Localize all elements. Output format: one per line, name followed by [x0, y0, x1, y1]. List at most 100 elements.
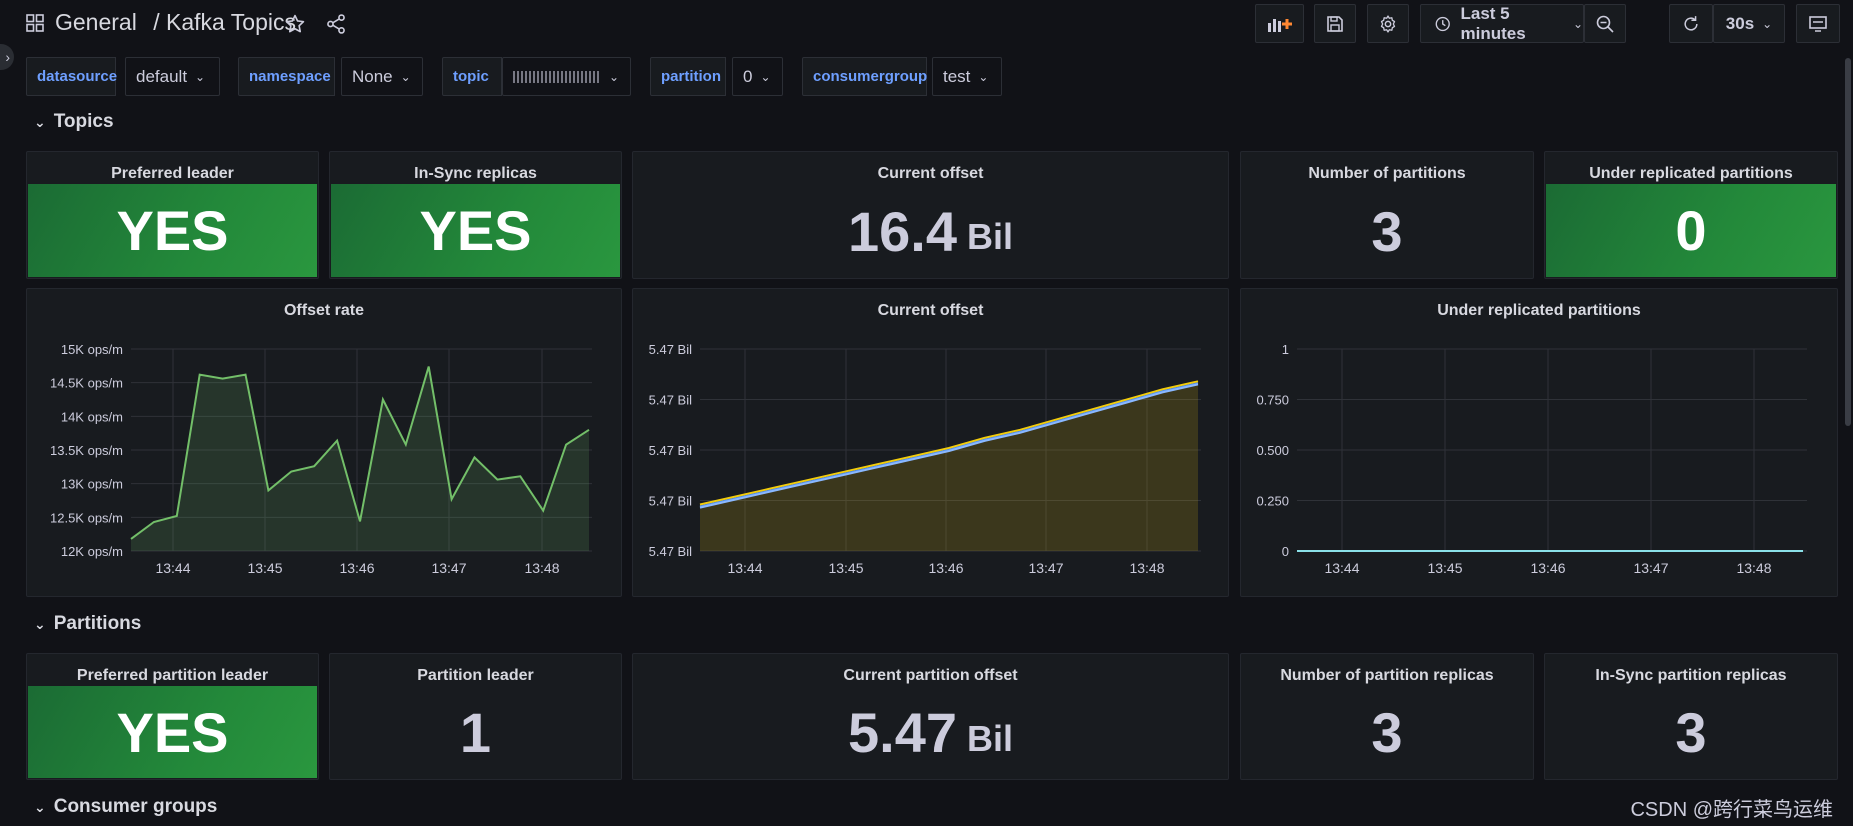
dashboards-grid-icon[interactable] [26, 14, 44, 32]
variable-value: None [352, 66, 393, 86]
panel-number-of-partition-replicas: Number of partition replicas 3 [1240, 653, 1534, 780]
y-tick-label: 13.5K ops/m [50, 443, 123, 458]
chevron-down-icon: ⌄ [34, 113, 46, 130]
x-tick-label: 13:48 [1736, 560, 1771, 576]
y-tick-label: 5.47 Bil [649, 544, 692, 559]
page-scrollbar[interactable] [1845, 58, 1851, 426]
refresh-interval-label: 30s [1725, 13, 1755, 33]
variable-select-consumergroup[interactable]: test ⌄ [932, 57, 1002, 96]
panel-title: Partition leader [417, 667, 534, 684]
breadcrumb: General / Kafka Topics [55, 9, 296, 36]
x-tick-label: 13:46 [928, 560, 963, 576]
x-tick-label: 13:47 [1028, 560, 1063, 576]
x-tick-label: 13:44 [727, 560, 762, 576]
panel-number-of-partitions: Number of partitions 3 [1240, 151, 1534, 279]
panel-partition-leader: Partition leader 1 [329, 653, 622, 780]
add-panel-button[interactable] [1255, 4, 1304, 43]
y-tick-label: 15K ops/m [61, 342, 123, 357]
variable-select-namespace[interactable]: None ⌄ [341, 57, 423, 96]
row-partitions[interactable]: ⌄ Partitions [34, 613, 141, 635]
gear-icon [1380, 14, 1396, 33]
breadcrumb-folder[interactable]: General [55, 9, 137, 35]
chevron-down-icon: ⌄ [609, 69, 620, 84]
y-tick-label: 0.750 [1256, 393, 1289, 408]
y-tick-label: 5.47 Bil [649, 342, 692, 357]
star-icon[interactable] [284, 13, 306, 35]
variable-select-datasource[interactable]: default ⌄ [125, 57, 220, 96]
x-tick-label: 13:45 [247, 560, 282, 576]
chevron-down-icon: ⌄ [1762, 16, 1773, 31]
chevron-down-icon: ⌄ [195, 69, 206, 84]
x-tick-label: 13:48 [1129, 560, 1164, 576]
redacted-value [513, 70, 601, 83]
stat-value: 5.47 [847, 701, 957, 764]
chevron-down-icon: ⌄ [760, 69, 771, 84]
x-tick-label: 13:47 [431, 560, 466, 576]
monitor-icon [1809, 15, 1827, 32]
current-offset-chart[interactable]: 5.47 Bil 5.47 Bil 5.47 Bil 5.47 Bil 5.47 Bil… [633, 289, 1230, 598]
row-consumer-groups[interactable]: ⌄ Consumer groups [34, 796, 217, 818]
row-title-label: Partitions [53, 613, 142, 634]
chevron-down-icon: ⌄ [34, 615, 46, 632]
stat-value: 0 [1546, 184, 1836, 277]
panel-preferred-partition-leader: Preferred partition leader YES [26, 653, 319, 780]
top-navbar: General / Kafka Topics Last 5 minutes ⌄ … [0, 0, 1853, 48]
panel-title: Under replicated partitions [1589, 165, 1793, 182]
stat-value: YES [28, 686, 317, 778]
chevron-down-icon: ⌄ [400, 69, 411, 84]
y-tick-label: 0 [1282, 544, 1289, 559]
chevron-down-icon: ⌄ [978, 69, 989, 84]
time-range-picker[interactable]: Last 5 minutes ⌄ [1420, 4, 1584, 43]
panel-title: Current offset [877, 165, 984, 182]
y-tick-label: 0.250 [1256, 494, 1289, 509]
y-tick-label: 13K ops/m [61, 477, 123, 492]
refresh-button[interactable] [1669, 4, 1713, 43]
chevron-down-icon: ⌄ [1572, 16, 1583, 31]
y-tick-label: 12.5K ops/m [50, 510, 123, 525]
panel-title: In-Sync replicas [414, 165, 537, 182]
variable-label-partition: partition [650, 57, 726, 96]
panel-in-sync-replicas: In-Sync replicas YES [329, 151, 622, 279]
save-dashboard-button[interactable] [1314, 4, 1356, 43]
y-tick-label: 0.500 [1256, 443, 1289, 458]
y-tick-label: 5.47 Bil [649, 494, 692, 509]
save-icon [1327, 15, 1343, 32]
stat-value: YES [28, 184, 317, 277]
row-topics[interactable]: ⌄ Topics [34, 111, 114, 133]
x-tick-label: 13:45 [828, 560, 863, 576]
zoom-out-button[interactable] [1584, 4, 1626, 43]
variable-select-partition[interactable]: 0 ⌄ [732, 57, 783, 96]
series-area [700, 381, 1198, 551]
refresh-interval-picker[interactable]: 30s ⌄ [1713, 4, 1785, 43]
dashboard-title[interactable]: Kafka Topics [166, 9, 296, 35]
x-tick-label: 13:46 [1530, 560, 1565, 576]
variable-value: 0 [743, 66, 753, 86]
panel-in-sync-partition-replicas: In-Sync partition replicas 3 [1544, 653, 1838, 780]
panel-under-replicated-stat: Under replicated partitions 0 [1544, 151, 1838, 279]
panel-offset-rate: Offset rate 12K ops/m 12.5K ops/m 13K ops/… [26, 288, 622, 597]
panel-title: Preferred leader [111, 165, 234, 182]
dashboard-settings-button[interactable] [1367, 4, 1409, 43]
view-mode-button[interactable] [1796, 4, 1840, 43]
stat-value: YES [331, 184, 620, 277]
share-icon[interactable] [325, 13, 347, 35]
stat-value-container: 5.47 Bil [633, 686, 1228, 779]
variable-label-namespace: namespace [238, 57, 335, 96]
chevron-down-icon: ⌄ [34, 798, 46, 815]
x-tick-label: 13:45 [1427, 560, 1462, 576]
panel-current-partition-offset: Current partition offset 5.47 Bil [632, 653, 1229, 780]
x-tick-label: 13:44 [1324, 560, 1359, 576]
panel-title: Number of partitions [1308, 165, 1466, 182]
stat-value: 3 [1675, 701, 1707, 764]
variable-value: test [943, 66, 971, 86]
under-replicated-chart[interactable]: 0 0.250 0.500 0.750 1 13:44 13:45 13:46 13:47 13:… [1241, 289, 1839, 598]
panel-title: Preferred partition leader [76, 667, 269, 684]
stat-value: 3 [1371, 199, 1403, 263]
offset-rate-chart[interactable]: 12K ops/m 12.5K ops/m 13K ops/m 13.5K ops/m… [27, 289, 623, 598]
panel-preferred-leader: Preferred leader YES [26, 151, 319, 279]
variable-select-topic[interactable]: ⌄ [502, 57, 631, 96]
y-tick-label: 14K ops/m [61, 409, 123, 424]
refresh-icon [1684, 15, 1698, 31]
x-tick-label: 13:44 [155, 560, 190, 576]
stat-unit: Bil [966, 717, 1013, 759]
